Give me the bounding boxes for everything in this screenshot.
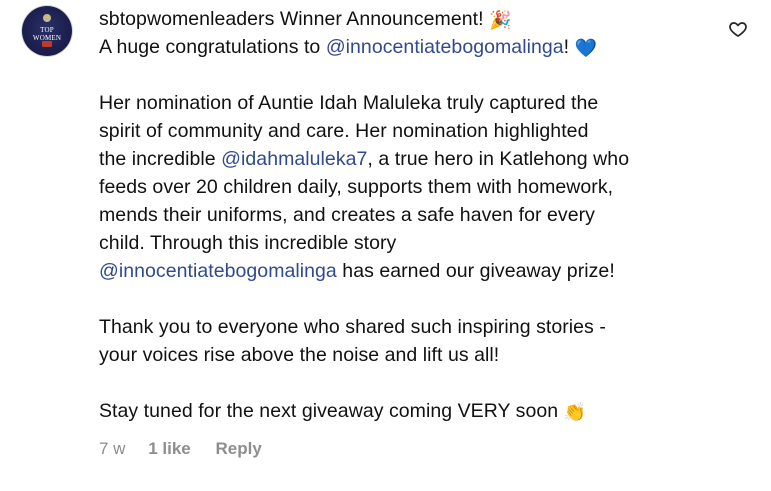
comment-text: Stay tuned for the next giveaway coming … <box>99 400 564 422</box>
flag-icon <box>42 41 52 47</box>
avatar[interactable]: TOP WOMEN <box>22 6 72 56</box>
comment-line: Thank you to everyone who shared such in… <box>99 316 606 338</box>
comment: TOP WOMEN sbtopwomenleaders Winner Annou… <box>0 0 771 491</box>
line-break <box>99 285 709 313</box>
blue-heart-icon: 💙 <box>574 38 598 58</box>
comment-line: Stay tuned for the next giveaway coming … <box>99 397 709 425</box>
reply-button[interactable]: Reply <box>215 439 261 458</box>
comment-text: Winner Announcement! <box>274 8 490 30</box>
line-break <box>99 61 709 89</box>
comment-line: @innocentiatebogomalinga has earned our … <box>99 257 709 285</box>
comment-line: A huge congratulations to @innocentiateb… <box>99 33 709 61</box>
comment-text: ! <box>563 36 575 58</box>
crest-icon <box>43 14 51 22</box>
comment-line: your voices rise above the noise and lif… <box>99 344 500 366</box>
comment-line: sbtopwomenleaders Winner Announcement! 🎉 <box>99 5 709 33</box>
line-break <box>99 369 709 397</box>
comment-line: spirit of community and care. Her nomina… <box>99 120 589 142</box>
comment-footer: 7 w 1 like Reply <box>99 437 262 461</box>
username-link[interactable]: sbtopwomenleaders <box>99 8 274 30</box>
comment-line: feeds over 20 children daily, supports t… <box>99 176 614 198</box>
timestamp: 7 w <box>99 439 126 458</box>
comment-line: mends their uniforms, and creates a safe… <box>99 204 595 226</box>
comment-text: the incredible <box>99 148 222 170</box>
comment-line: Her nomination of Auntie Idah Maluleka t… <box>99 92 599 114</box>
mention-link[interactable]: @innocentiatebogomalinga <box>99 260 337 282</box>
avatar-logo-text: TOP WOMEN <box>32 26 62 42</box>
comment-text: , a true hero in Katlehong who <box>367 148 630 170</box>
comment-body: sbtopwomenleaders Winner Announcement! 🎉… <box>99 5 709 425</box>
likes-count-link[interactable]: 1 like <box>148 439 191 458</box>
comment-line: the incredible @idahmaluleka7, a true he… <box>99 145 709 173</box>
comment-line: child. Through this incredible story <box>99 232 397 254</box>
party-popper-icon: 🎉 <box>489 10 512 30</box>
clapping-hands-icon: 👏 <box>563 402 587 422</box>
comment-text: has earned our giveaway prize! <box>336 260 615 282</box>
comment-text: A huge congratulations to <box>99 36 326 58</box>
heart-outline-icon[interactable] <box>728 19 748 39</box>
mention-link[interactable]: @innocentiatebogomalinga <box>326 36 564 58</box>
mention-link[interactable]: @idahmaluleka7 <box>221 148 367 170</box>
